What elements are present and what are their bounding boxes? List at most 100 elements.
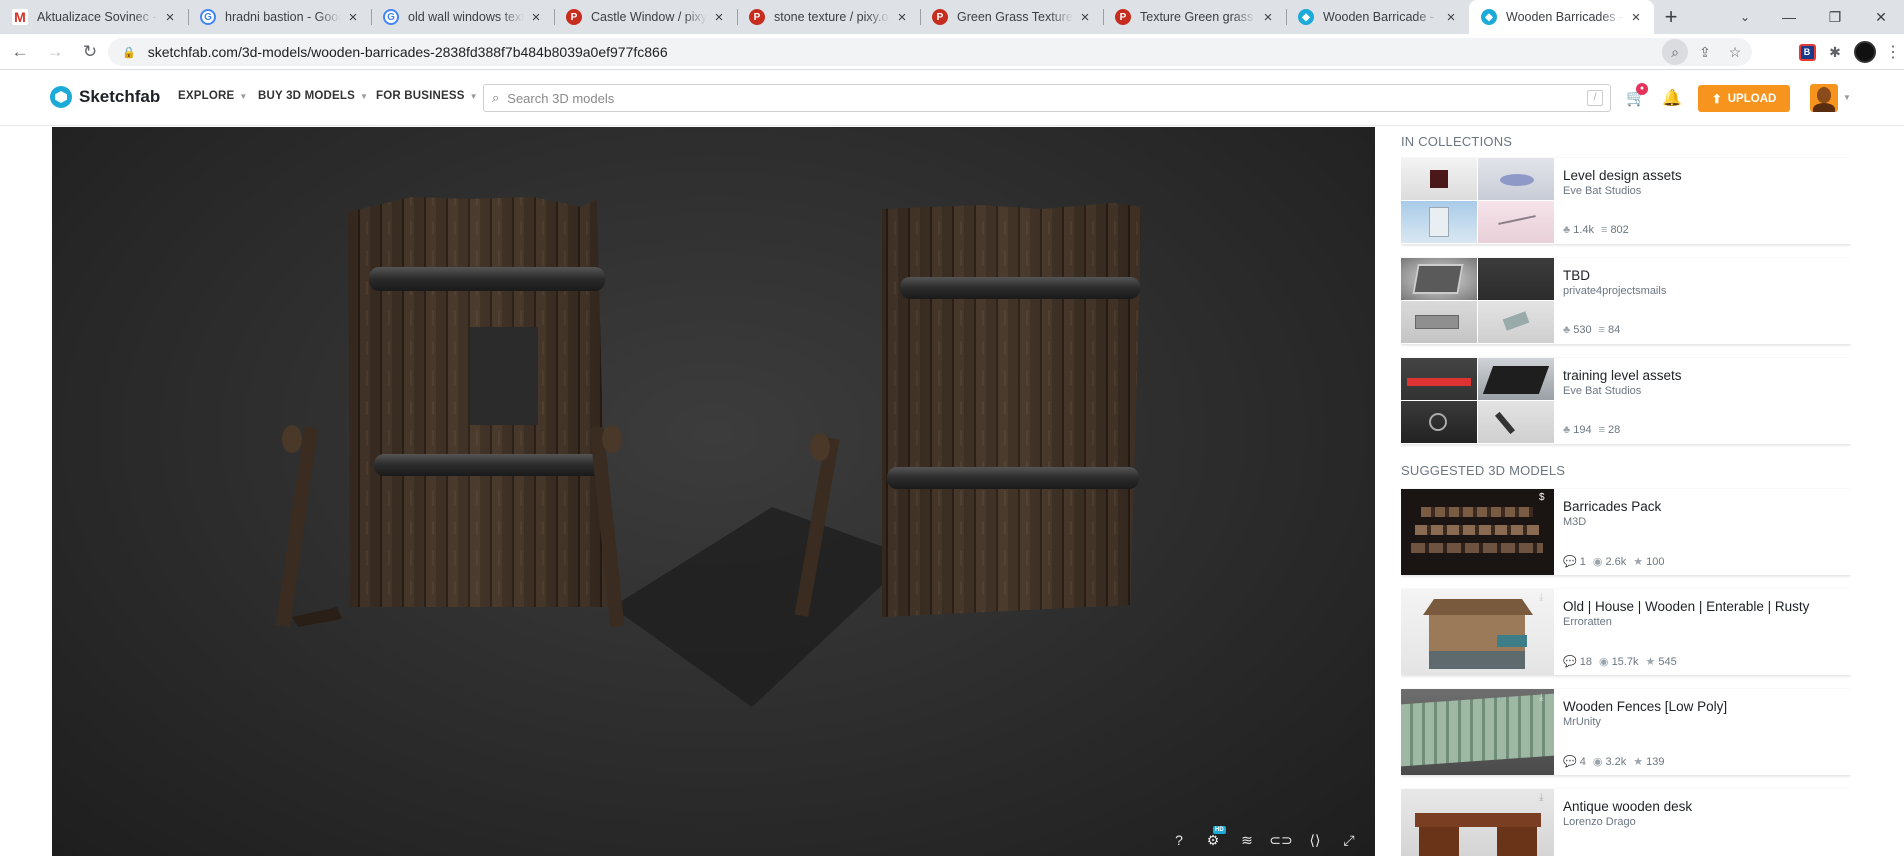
browser-tab[interactable]: P stone texture / pixy.org ×: [737, 0, 920, 34]
like-icon: ♣: [1563, 224, 1571, 236]
collection-title[interactable]: training level assets: [1563, 368, 1682, 383]
model-card[interactable]: ⤓ Wooden Fences [Low Poly] MrUnity 💬 4 ◉ 3…: [1401, 689, 1851, 775]
browser-menu-icon[interactable]: ⋮: [1880, 39, 1904, 65]
search-icon: ⌕: [492, 90, 500, 105]
browser-tab[interactable]: P Texture Green grass free ×: [1103, 0, 1286, 34]
hd-badge: HD: [1213, 826, 1226, 834]
model-card[interactable]: $ Barricades Pack M3D 💬 1 ◉ 2.6k ★ 100: [1401, 489, 1851, 575]
collection-title[interactable]: Level design assets: [1563, 168, 1682, 183]
browser-tab[interactable]: M Aktualizace Sovinec - Gmail ×: [0, 0, 188, 34]
zoom-icon[interactable]: ⌕: [1662, 39, 1688, 65]
models-icon: ≡: [1598, 324, 1605, 336]
reload-icon[interactable]: ↻: [75, 37, 105, 67]
collection-title[interactable]: TBD: [1563, 268, 1590, 283]
comment-icon: 💬: [1563, 756, 1577, 768]
pixy-icon: P: [1115, 9, 1131, 25]
collection-card[interactable]: TBD private4projectsmails ♣ 530 ≡ 84: [1401, 258, 1851, 344]
close-icon[interactable]: ×: [1077, 9, 1093, 26]
sketchfab-logo-icon: [50, 86, 72, 108]
upload-button[interactable]: ⬆ UPLOAD: [1698, 85, 1790, 112]
collection-card[interactable]: training level assets Eve Bat Studios ♣ 1…: [1401, 358, 1851, 444]
browser-tab[interactable]: G hradni bastion - Google Search ×: [188, 0, 371, 34]
close-icon[interactable]: ×: [345, 9, 361, 26]
close-icon[interactable]: ×: [894, 9, 910, 26]
nav-explore[interactable]: EXPLORE ▼: [178, 90, 247, 102]
model-title[interactable]: Antique wooden desk: [1563, 799, 1692, 814]
model-author[interactable]: Lorenzo Drago: [1563, 816, 1636, 828]
collection-author[interactable]: Eve Bat Studios: [1563, 385, 1641, 397]
cart-icon[interactable]: 🛒 ●: [1626, 83, 1648, 108]
profile-avatar-icon[interactable]: [1852, 39, 1878, 65]
model-author[interactable]: MrUnity: [1563, 716, 1601, 728]
collections-heading: IN COLLECTIONS: [1401, 134, 1513, 149]
download-icon: ⤓: [1539, 792, 1544, 803]
close-icon[interactable]: ×: [162, 9, 178, 26]
sidebar: IN COLLECTIONS Level design assets Eve B…: [1401, 127, 1851, 856]
close-icon[interactable]: ×: [528, 9, 544, 26]
collection-author[interactable]: Eve Bat Studios: [1563, 185, 1641, 197]
notifications-bell-icon[interactable]: 🔔: [1662, 88, 1682, 108]
browser-tab[interactable]: ◆ Wooden Barricade - Download ×: [1286, 0, 1469, 34]
lock-icon[interactable]: 🔒: [122, 46, 136, 59]
model-stats: 💬 1 ◉ 2.6k ★ 100: [1563, 556, 1665, 568]
model-title[interactable]: Wooden Fences [Low Poly]: [1563, 699, 1727, 714]
sketchfab-logo[interactable]: Sketchfab: [50, 86, 160, 108]
restore-icon[interactable]: ❐: [1812, 0, 1858, 34]
extension-icon[interactable]: B: [1794, 39, 1820, 65]
browser-tab[interactable]: P Green Grass Texture free ×: [920, 0, 1103, 34]
nav-buy-3d-models[interactable]: BUY 3D MODELS ▼: [258, 90, 368, 102]
views-eye-icon: ◉: [1592, 756, 1603, 768]
close-icon[interactable]: ×: [1260, 9, 1276, 26]
paid-badge-icon: $: [1539, 492, 1545, 503]
browser-tab[interactable]: G old wall windows texture ×: [371, 0, 554, 34]
url-text[interactable]: sketchfab.com/3d-models/wooden-barricade…: [148, 44, 1662, 60]
fullscreen-icon[interactable]: ⤢: [1339, 830, 1359, 850]
nav-for-business[interactable]: FOR BUSINESS ▼: [376, 90, 478, 102]
model-title[interactable]: Old | House | Wooden | Enterable | Rusty: [1563, 599, 1809, 614]
model-title[interactable]: Barricades Pack: [1563, 499, 1661, 514]
comment-icon: 💬: [1563, 656, 1577, 668]
collection-stats: ♣ 194 ≡ 28: [1563, 424, 1621, 436]
collection-thumbnails: [1401, 358, 1554, 444]
browser-tab-strip: M Aktualizace Sovinec - Gmail × G hradni…: [0, 0, 1904, 34]
layers-icon[interactable]: ≋: [1237, 830, 1257, 850]
browser-tab-active[interactable]: ◆ Wooden Barricades - Download ×: [1469, 0, 1654, 34]
minimize-icon[interactable]: —: [1766, 0, 1812, 34]
search-input[interactable]: ⌕ Search 3D models /: [483, 84, 1611, 112]
embed-code-icon[interactable]: ⟨⟩: [1305, 830, 1325, 850]
pixy-icon: P: [566, 9, 582, 25]
model-thumbnail: [1401, 789, 1554, 856]
extensions-puzzle-icon[interactable]: ✱: [1822, 39, 1848, 65]
collection-card[interactable]: Level design assets Eve Bat Studios ♣ 1.4…: [1401, 158, 1851, 244]
new-tab-button[interactable]: +: [1654, 0, 1688, 34]
help-icon[interactable]: ?: [1169, 830, 1189, 850]
back-arrow-icon[interactable]: ←: [5, 37, 35, 67]
bookmark-star-icon[interactable]: ☆: [1722, 39, 1748, 65]
address-bar[interactable]: 🔒 sketchfab.com/3d-models/wooden-barrica…: [108, 38, 1752, 66]
model-author[interactable]: Erroratten: [1563, 616, 1612, 628]
close-icon[interactable]: ×: [1443, 9, 1459, 26]
collection-author[interactable]: private4projectsmails: [1563, 285, 1666, 297]
chevron-down-icon: ▼: [469, 92, 478, 101]
share-icon[interactable]: ⇪: [1692, 39, 1718, 65]
upload-arrow-icon: ⬆: [1711, 91, 1722, 106]
browser-tab[interactable]: P Castle Window / pixy.org ×: [554, 0, 737, 34]
model-card[interactable]: ⤓ Old | House | Wooden | Enterable | Rus…: [1401, 589, 1851, 675]
model-card[interactable]: ⤓ Antique wooden desk Lorenzo Drago: [1401, 789, 1851, 856]
model-author[interactable]: M3D: [1563, 516, 1586, 528]
suggested-heading: SUGGESTED 3D MODELS: [1401, 463, 1566, 478]
views-eye-icon: ◉: [1592, 556, 1603, 568]
close-icon[interactable]: ×: [711, 9, 727, 26]
forward-arrow-icon[interactable]: →: [40, 37, 70, 67]
user-avatar[interactable]: [1810, 84, 1838, 112]
settings-gear-icon[interactable]: ⚙ HD: [1203, 826, 1226, 850]
close-window-icon[interactable]: ✕: [1858, 0, 1904, 34]
model-stats: 💬 4 ◉ 3.2k ★ 139: [1563, 756, 1665, 768]
collection-thumbnails: [1401, 158, 1554, 244]
vr-headset-icon[interactable]: ⊂⊃: [1269, 830, 1292, 850]
chevron-down-icon[interactable]: ▼: [1843, 93, 1851, 102]
model-viewer[interactable]: ? ⚙ HD ≋ ⊂⊃ ⟨⟩ ⤢: [52, 127, 1375, 856]
tab-search-icon[interactable]: ⌄: [1728, 0, 1762, 34]
close-icon[interactable]: ×: [1628, 9, 1644, 26]
logo-text: Sketchfab: [79, 87, 161, 106]
